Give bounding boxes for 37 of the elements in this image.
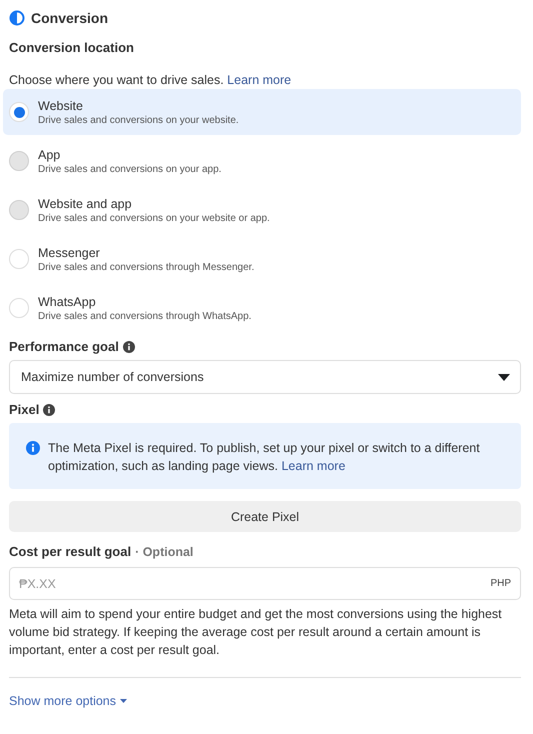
caret-icon xyxy=(498,374,510,380)
learn-more-link[interactable]: Learn more xyxy=(227,73,292,87)
radio-button[interactable] xyxy=(9,298,29,318)
info-icon xyxy=(26,441,40,455)
help-text: Meta will aim to spend your entire budget and get the most conversions using the highest volume bid strategy. If keeping the average cost per result around a certain amount is important, enter a cost per result goal. xyxy=(9,606,503,659)
radio-option[interactable]: Messenger Drive sales and conversions through Messenger. xyxy=(3,236,521,282)
option-title: WhatsApp xyxy=(38,294,97,308)
field-label: Performance goal xyxy=(9,339,119,354)
option-description: Drive sales and conversions on your app. xyxy=(38,164,222,174)
show-more-link[interactable]: Show more options xyxy=(9,694,128,708)
field-label: Conversion location xyxy=(9,40,135,55)
radio-option[interactable]: Website Drive sales and conversions on your website. xyxy=(3,89,521,135)
notice-text: The Meta Pixel is required. To publish, set up your pixel or switch to a different optimization, such as landing page views. Learn more xyxy=(48,440,481,475)
radio-button[interactable] xyxy=(9,102,29,122)
radio-button[interactable] xyxy=(9,249,29,269)
option-title: Messenger xyxy=(38,246,101,260)
option-title: Website xyxy=(38,98,84,112)
learn-more-link[interactable]: Learn more xyxy=(281,459,346,473)
option-description: Drive sales and conversions on your website or app. xyxy=(38,212,270,224)
field-label: Cost per result goal xyxy=(9,544,132,559)
goal-dropdown[interactable]: Maximize number of conversions xyxy=(9,360,521,394)
option-description: Drive sales and conversions on your website. xyxy=(38,114,239,126)
option-description: Drive sales and conversions through Messenger. xyxy=(38,262,254,272)
half-circle-icon xyxy=(9,10,25,26)
option-description: Drive sales and conversions through WhatsApp. xyxy=(38,310,252,322)
create-pixel-button[interactable]: Create Pixel xyxy=(9,501,521,532)
option-title: App xyxy=(38,148,62,162)
currency-label: PHP xyxy=(490,578,511,589)
section-title: Conversion xyxy=(31,10,108,26)
option-title: Website and app xyxy=(38,196,133,210)
info-icon[interactable] xyxy=(122,340,135,352)
intro-text: Choose where you want to drive sales. Learn more xyxy=(9,73,292,87)
info-icon[interactable] xyxy=(43,404,56,416)
radio-option[interactable]: WhatsApp Drive sales and conversions through WhatsApp. xyxy=(3,285,521,331)
field-label: Pixel xyxy=(9,402,40,417)
caret-icon xyxy=(120,699,128,703)
optional-label: · Optional xyxy=(135,544,194,558)
